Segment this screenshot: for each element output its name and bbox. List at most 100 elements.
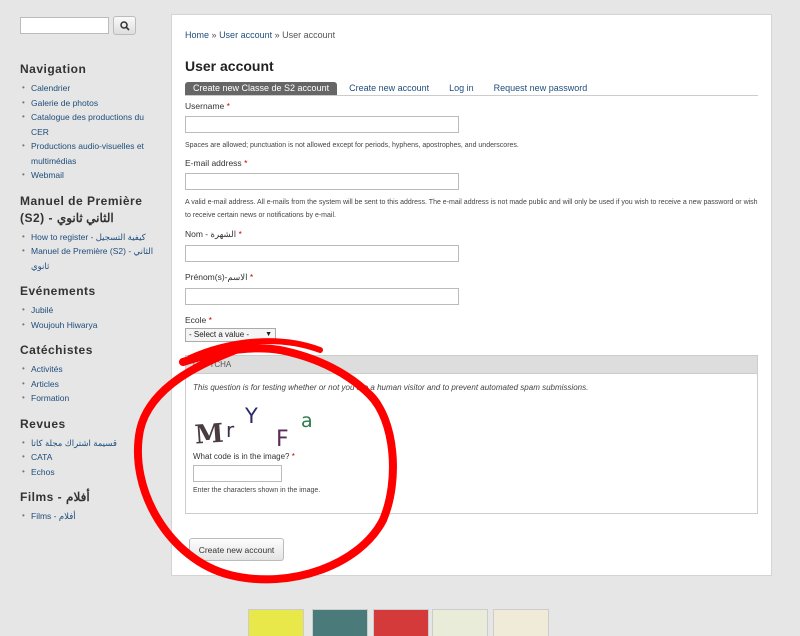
breadcrumb-current: User account xyxy=(282,30,336,40)
ecole-item: Ecole * - Select a value - ▼ xyxy=(185,315,276,342)
sidebar: Navigation Calendrier Galerie de photos Cat… xyxy=(20,16,160,534)
sidebar-item: Films - أفلام xyxy=(20,509,160,524)
captcha-fieldset: CAPTCHA This question is for testing whe… xyxy=(185,355,758,514)
tab-bar: Create new Classe de S2 account Create n… xyxy=(185,82,758,96)
svg-text:a: a xyxy=(301,410,313,432)
sidebar-link[interactable]: Formation xyxy=(31,393,69,403)
sidebar-item: Jubilé xyxy=(20,303,160,318)
thumbnail-image[interactable] xyxy=(312,609,368,636)
sidebar-menu: How to register - كيفية التسجيل Manuel de… xyxy=(20,230,160,274)
sidebar-item: Formation xyxy=(20,391,160,406)
thumbnail-image[interactable] xyxy=(373,609,429,636)
breadcrumb-user-account[interactable]: User account xyxy=(219,30,272,40)
page-title: User account xyxy=(185,58,274,74)
sidebar-link[interactable]: Echos xyxy=(31,467,55,477)
sidebar-item: Calendrier xyxy=(20,81,160,96)
ecole-select-value: - Select a value - xyxy=(189,330,250,339)
sidebar-item: Echos xyxy=(20,465,160,480)
thumbnail-image[interactable] xyxy=(248,609,304,636)
sidebar-link[interactable]: Productions audio-visuelles et multimédi… xyxy=(31,141,144,166)
captcha-help: Enter the characters shown in the image. xyxy=(193,487,321,494)
sidebar-item: Productions audio-visuelles et multimédi… xyxy=(20,139,160,168)
email-field[interactable] xyxy=(185,173,459,190)
sidebar-link[interactable]: CATA xyxy=(31,452,52,462)
breadcrumb-home[interactable]: Home xyxy=(185,30,209,40)
sidebar-item: Activités xyxy=(20,362,160,377)
breadcrumb-separator: » xyxy=(211,30,217,40)
captcha-question-label: What code is in the image? * xyxy=(193,452,295,461)
sidebar-item: قسيمة اشتراك مجلة كاتا xyxy=(20,436,160,451)
sidebar-item: CATA xyxy=(20,450,160,465)
username-field[interactable] xyxy=(185,116,459,133)
main-content: Home » User account » User account User … xyxy=(171,14,772,576)
captcha-response-field[interactable] xyxy=(193,465,282,482)
svg-text:M: M xyxy=(194,419,225,450)
sidebar-block: Catéchistes Activités Articles Formation xyxy=(20,342,160,406)
sidebar-menu: Jubilé Woujouh Hiwarya xyxy=(20,303,160,332)
sidebar-item: Woujouh Hiwarya xyxy=(20,318,160,333)
nom-item: Nom - الشهرة * xyxy=(185,229,459,263)
prenom-label: Prénom(s)-الاسم * xyxy=(185,272,254,282)
sidebar-block: Navigation Calendrier Galerie de photos Cat… xyxy=(20,61,160,183)
sidebar-block-title: Catéchistes xyxy=(20,343,93,357)
sidebar-item: Articles xyxy=(20,377,160,392)
sidebar-item: Catalogue des productions du CER xyxy=(20,110,160,139)
sidebar-block: Manuel de Première (S2) - الثاني ثانويHo… xyxy=(20,193,160,274)
sidebar-link[interactable]: Manuel de Première (S2) - الثاني ثانوي xyxy=(31,246,153,271)
search-icon xyxy=(119,20,130,31)
sidebar-block: Evénements Jubilé Woujouh Hiwarya xyxy=(20,283,160,332)
sidebar-link[interactable]: Webmail xyxy=(31,170,64,180)
svg-text:F: F xyxy=(276,427,289,450)
email-item: E-mail address * A valid e-mail address.… xyxy=(185,158,760,222)
sidebar-block-title: Evénements xyxy=(20,284,96,298)
sidebar-link[interactable]: How to register - كيفية التسجيل xyxy=(31,232,146,242)
prenom-item: Prénom(s)-الاسم * xyxy=(185,272,459,306)
tab-create-account[interactable]: Create new account xyxy=(341,82,437,95)
tab-log-in[interactable]: Log in xyxy=(441,82,482,95)
tab-create-s2-account[interactable]: Create new Classe de S2 account xyxy=(185,82,338,95)
sidebar-link[interactable]: Calendrier xyxy=(31,83,70,93)
sidebar-block-title: Navigation xyxy=(20,62,87,76)
sidebar-item: Webmail xyxy=(20,168,160,183)
sidebar-link[interactable]: Articles xyxy=(31,379,59,389)
sidebar-link[interactable]: Catalogue des productions du CER xyxy=(31,112,144,137)
nom-field[interactable] xyxy=(185,245,459,262)
sidebar-link[interactable]: Films - أفلام xyxy=(31,511,76,521)
sidebar-menu: قسيمة اشتراك مجلة كاتا CATA Echos xyxy=(20,436,160,480)
sidebar-block-title: Films - أفلام xyxy=(20,490,90,504)
sidebar-menu: Calendrier Galerie de photos Catalogue des… xyxy=(20,81,160,183)
sidebar-item: Galerie de photos xyxy=(20,96,160,111)
captcha-description: This question is for testing whether or … xyxy=(193,383,589,392)
ecole-label: Ecole * xyxy=(185,315,212,325)
nom-label: Nom - الشهرة * xyxy=(185,229,242,239)
sidebar-menu: Activités Articles Formation xyxy=(20,362,160,406)
sidebar-link[interactable]: Jubilé xyxy=(31,305,53,315)
sidebar-link[interactable]: Activités xyxy=(31,364,63,374)
sidebar-link[interactable]: قسيمة اشتراك مجلة كاتا xyxy=(31,438,117,448)
captcha-image: M r Y F a xyxy=(194,404,313,450)
sidebar-block-title: Manuel de Première (S2) - الثاني ثانوي xyxy=(20,193,143,225)
ecole-select[interactable]: - Select a value - ▼ xyxy=(185,328,276,342)
thumbnail-image[interactable] xyxy=(432,609,488,636)
search-button[interactable] xyxy=(113,16,136,35)
sidebar-link[interactable]: Galerie de photos xyxy=(31,98,98,108)
sidebar-block: Revues قسيمة اشتراك مجلة كاتا CATA Echos xyxy=(20,416,160,480)
thumbnail-image[interactable] xyxy=(493,609,549,636)
prenom-field[interactable] xyxy=(185,288,459,305)
sidebar-block: Films - أفلام Films - أفلام xyxy=(20,489,160,524)
svg-text:Y: Y xyxy=(244,404,258,428)
chevron-down-icon: ▼ xyxy=(265,331,272,338)
username-label: Username * xyxy=(185,101,230,111)
search-form xyxy=(20,16,160,35)
sidebar-link[interactable]: Woujouh Hiwarya xyxy=(31,320,97,330)
create-account-button[interactable]: Create new account xyxy=(189,538,284,561)
tab-request-password[interactable]: Request new password xyxy=(486,82,596,95)
username-description: Spaces are allowed; punctuation is not a… xyxy=(185,142,519,149)
email-label: E-mail address * xyxy=(185,158,248,168)
sidebar-item: How to register - كيفية التسجيل xyxy=(20,230,160,245)
breadcrumb-separator: » xyxy=(274,30,280,40)
breadcrumb: Home » User account » User account xyxy=(185,30,335,40)
sidebar-block-title: Revues xyxy=(20,416,66,431)
search-input[interactable] xyxy=(20,17,109,34)
captcha-legend: CAPTCHA xyxy=(186,356,757,374)
